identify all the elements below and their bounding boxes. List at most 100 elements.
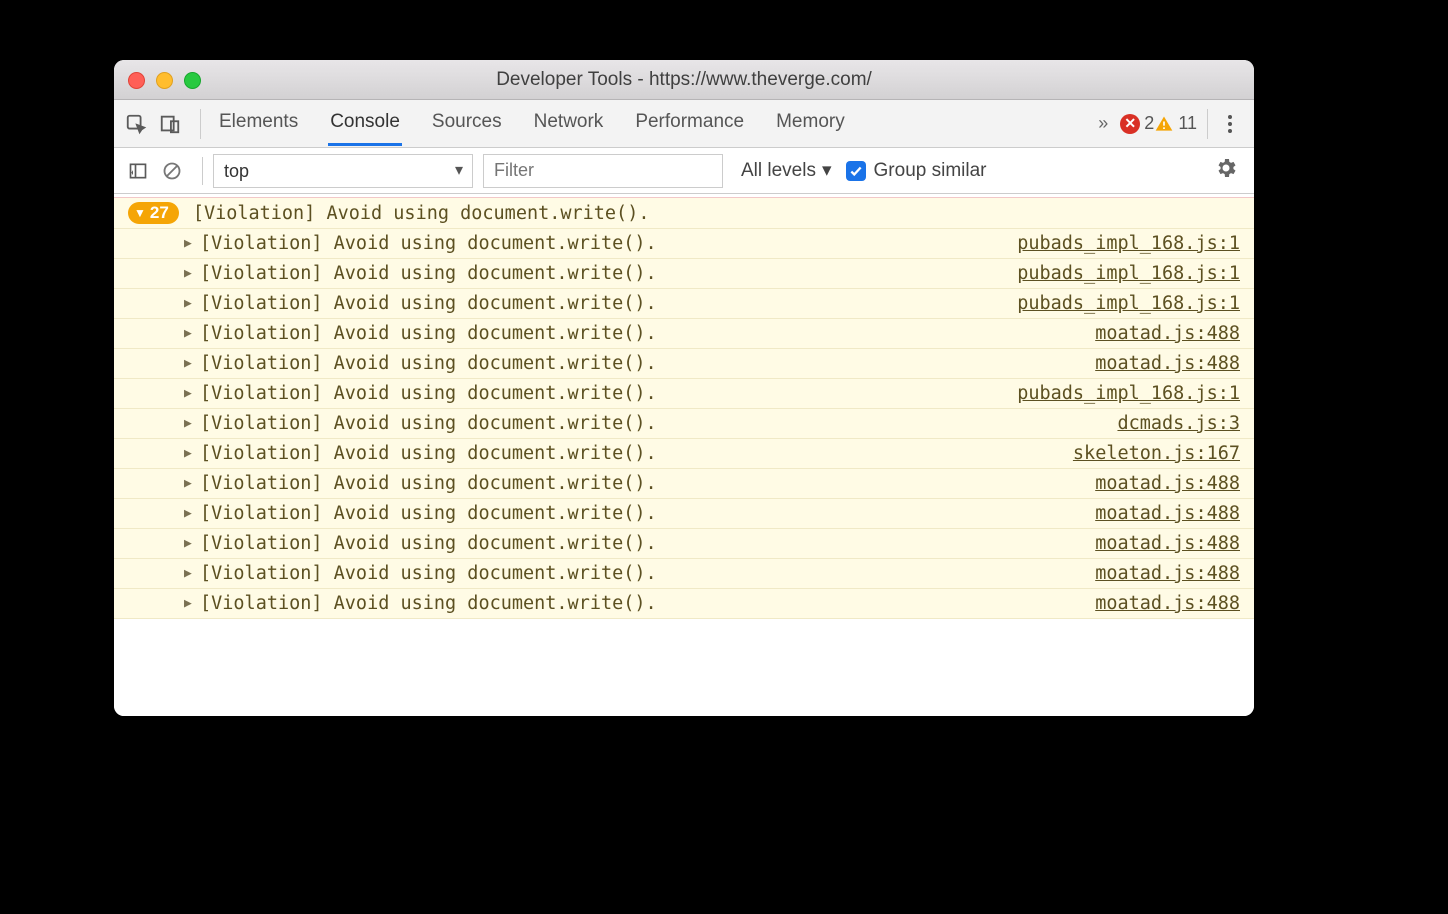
log-message: [Violation] Avoid using document.write()… [200,353,657,374]
device-toolbar-icon[interactable] [156,110,184,138]
expand-icon[interactable]: ▶ [184,476,196,491]
log-row[interactable]: ▶ [Violation] Avoid using document.write(… [114,319,1254,349]
panel-tabs: Elements Console Sources Network Perform… [217,101,847,146]
tab-console[interactable]: Console [328,101,402,146]
tab-performance[interactable]: Performance [633,101,746,146]
error-count: 2 [1144,113,1154,134]
log-row[interactable]: ▶ [Violation] Avoid using document.write(… [114,439,1254,469]
log-levels-dropdown[interactable]: All levels ▾ [741,159,832,182]
group-message: [Violation] Avoid using document.write()… [193,203,650,224]
console-toolbar: top All levels ▾ Group similar [114,148,1254,194]
expand-icon[interactable]: ▶ [184,296,196,311]
source-link[interactable]: pubads_impl_168.js:1 [1017,233,1240,254]
devtools-window: Developer Tools - https://www.theverge.c… [114,60,1254,716]
log-message: [Violation] Avoid using document.write()… [200,383,657,404]
log-message: [Violation] Avoid using document.write()… [200,413,657,434]
expand-icon[interactable]: ▶ [184,536,196,551]
log-row[interactable]: ▶ [Violation] Avoid using document.write(… [114,559,1254,589]
expand-icon[interactable]: ▶ [184,446,196,461]
expand-icon[interactable]: ▶ [184,416,196,431]
console-output: ▼ 27 [Violation] Avoid using document.wr… [114,194,1254,716]
devtools-tabbar: Elements Console Sources Network Perform… [114,100,1254,148]
chevron-down-icon: ▾ [822,159,832,182]
log-row[interactable]: ▶ [Violation] Avoid using document.write(… [114,589,1254,619]
log-row[interactable]: ▶ [Violation] Avoid using document.write(… [114,529,1254,559]
group-count-pill: ▼ 27 [128,202,179,224]
log-message: [Violation] Avoid using document.write()… [200,263,657,284]
expand-icon[interactable]: ▶ [184,386,196,401]
separator [200,109,201,139]
source-link[interactable]: dcmads.js:3 [1117,413,1240,434]
expand-icon[interactable]: ▶ [184,326,196,341]
context-selector[interactable]: top [213,154,473,188]
traffic-lights [128,72,201,89]
group-count: 27 [150,203,169,223]
console-sidebar-toggle-icon[interactable] [124,157,152,185]
separator [1207,109,1208,139]
log-message: [Violation] Avoid using document.write()… [200,593,657,614]
window-title: Developer Tools - https://www.theverge.c… [114,69,1254,91]
expand-icon[interactable]: ▶ [184,596,196,611]
log-message: [Violation] Avoid using document.write()… [200,443,657,464]
source-link[interactable]: moatad.js:488 [1095,563,1240,584]
log-message: [Violation] Avoid using document.write()… [200,293,657,314]
log-row[interactable]: ▶ [Violation] Avoid using document.write(… [114,229,1254,259]
log-message: [Violation] Avoid using document.write()… [200,323,657,344]
source-link[interactable]: pubads_impl_168.js:1 [1017,383,1240,404]
log-row[interactable]: ▶ [Violation] Avoid using document.write(… [114,379,1254,409]
context-select[interactable]: top [213,154,473,188]
log-levels-label: All levels [741,160,816,182]
window-zoom-button[interactable] [184,72,201,89]
source-link[interactable]: moatad.js:488 [1095,323,1240,344]
expand-icon[interactable]: ▶ [184,266,196,281]
expand-icon[interactable]: ▶ [184,236,196,251]
window-close-button[interactable] [128,72,145,89]
log-group-header[interactable]: ▼ 27 [Violation] Avoid using document.wr… [114,198,1254,229]
window-titlebar: Developer Tools - https://www.theverge.c… [114,60,1254,100]
log-row[interactable]: ▶ [Violation] Avoid using document.write(… [114,259,1254,289]
filter-input[interactable] [483,154,723,188]
tab-network[interactable]: Network [532,101,606,146]
expand-icon[interactable]: ▶ [184,506,196,521]
log-message: [Violation] Avoid using document.write()… [200,533,657,554]
error-count-badge[interactable]: ✕ 2 [1120,113,1154,134]
log-entries: ▶ [Violation] Avoid using document.write(… [114,229,1254,619]
group-similar-checkbox[interactable] [846,161,866,181]
chevron-down-icon: ▼ [134,206,146,220]
warning-icon [1154,114,1174,134]
log-row[interactable]: ▶ [Violation] Avoid using document.write(… [114,499,1254,529]
log-row[interactable]: ▶ [Violation] Avoid using document.write(… [114,289,1254,319]
log-row[interactable]: ▶ [Violation] Avoid using document.write(… [114,469,1254,499]
tab-elements[interactable]: Elements [217,101,300,146]
source-link[interactable]: moatad.js:488 [1095,533,1240,554]
tab-memory[interactable]: Memory [774,101,847,146]
window-minimize-button[interactable] [156,72,173,89]
expand-icon[interactable]: ▶ [184,356,196,371]
error-icon: ✕ [1120,114,1140,134]
source-link[interactable]: moatad.js:488 [1095,353,1240,374]
tab-sources[interactable]: Sources [430,101,504,146]
expand-icon[interactable]: ▶ [184,566,196,581]
source-link[interactable]: skeleton.js:167 [1073,443,1240,464]
devtools-menu-icon[interactable] [1228,115,1232,133]
log-message: [Violation] Avoid using document.write()… [200,233,657,254]
source-link[interactable]: moatad.js:488 [1095,593,1240,614]
log-row[interactable]: ▶ [Violation] Avoid using document.write(… [114,349,1254,379]
group-similar-label: Group similar [874,160,987,182]
more-tabs-icon[interactable]: » [1098,113,1108,134]
console-settings-icon[interactable] [1214,156,1238,186]
source-link[interactable]: moatad.js:488 [1095,473,1240,494]
log-row[interactable]: ▶ [Violation] Avoid using document.write(… [114,409,1254,439]
log-message: [Violation] Avoid using document.write()… [200,473,657,494]
source-link[interactable]: moatad.js:488 [1095,503,1240,524]
source-link[interactable]: pubads_impl_168.js:1 [1017,293,1240,314]
scrolled-content-edge [114,194,1254,198]
log-message: [Violation] Avoid using document.write()… [200,503,657,524]
source-link[interactable]: pubads_impl_168.js:1 [1017,263,1240,284]
log-message: [Violation] Avoid using document.write()… [200,563,657,584]
warning-count-badge[interactable]: 11 [1154,113,1197,134]
warning-count: 11 [1178,113,1197,134]
inspect-element-icon[interactable] [122,110,150,138]
separator [202,157,203,185]
clear-console-icon[interactable] [158,157,186,185]
